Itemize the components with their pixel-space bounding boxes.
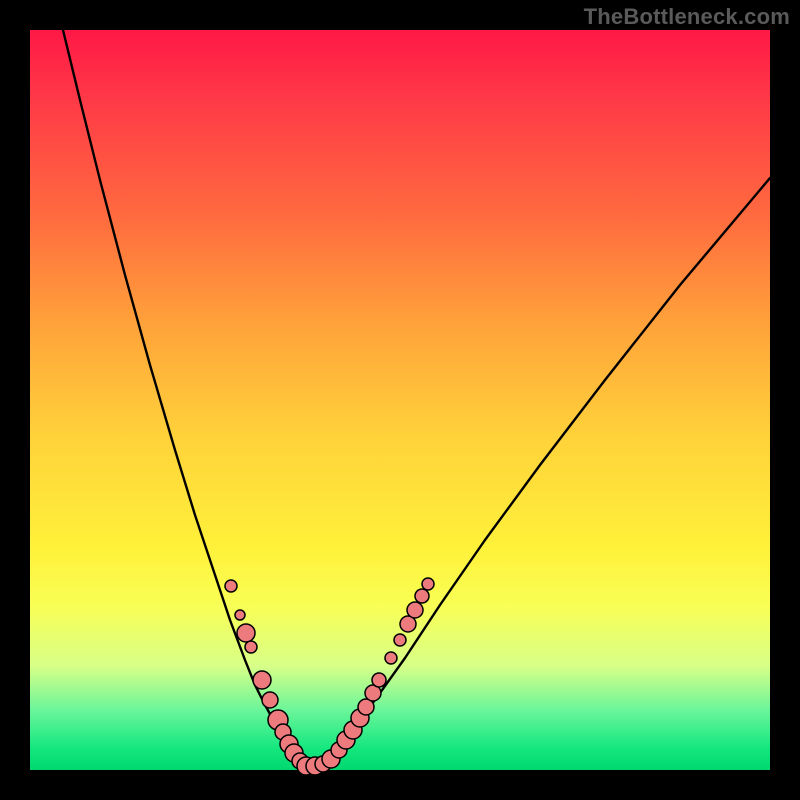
marker-dot [385, 652, 397, 664]
curve-layer [63, 30, 770, 766]
marker-dot [407, 602, 423, 618]
marker-dot [415, 589, 429, 603]
marker-dot [237, 624, 255, 642]
marker-dot [225, 580, 237, 592]
marker-dot [253, 671, 271, 689]
marker-dot [394, 634, 406, 646]
chart-svg [30, 30, 770, 770]
marker-dot [372, 673, 386, 687]
marker-dot [422, 578, 434, 590]
curve-left-curve [63, 30, 308, 766]
chart-frame: TheBottleneck.com [0, 0, 800, 800]
marker-dot [262, 692, 278, 708]
marker-layer [225, 578, 434, 775]
marker-dot [245, 641, 257, 653]
plot-area [30, 30, 770, 770]
marker-dot [235, 610, 245, 620]
watermark-text: TheBottleneck.com [584, 4, 790, 30]
